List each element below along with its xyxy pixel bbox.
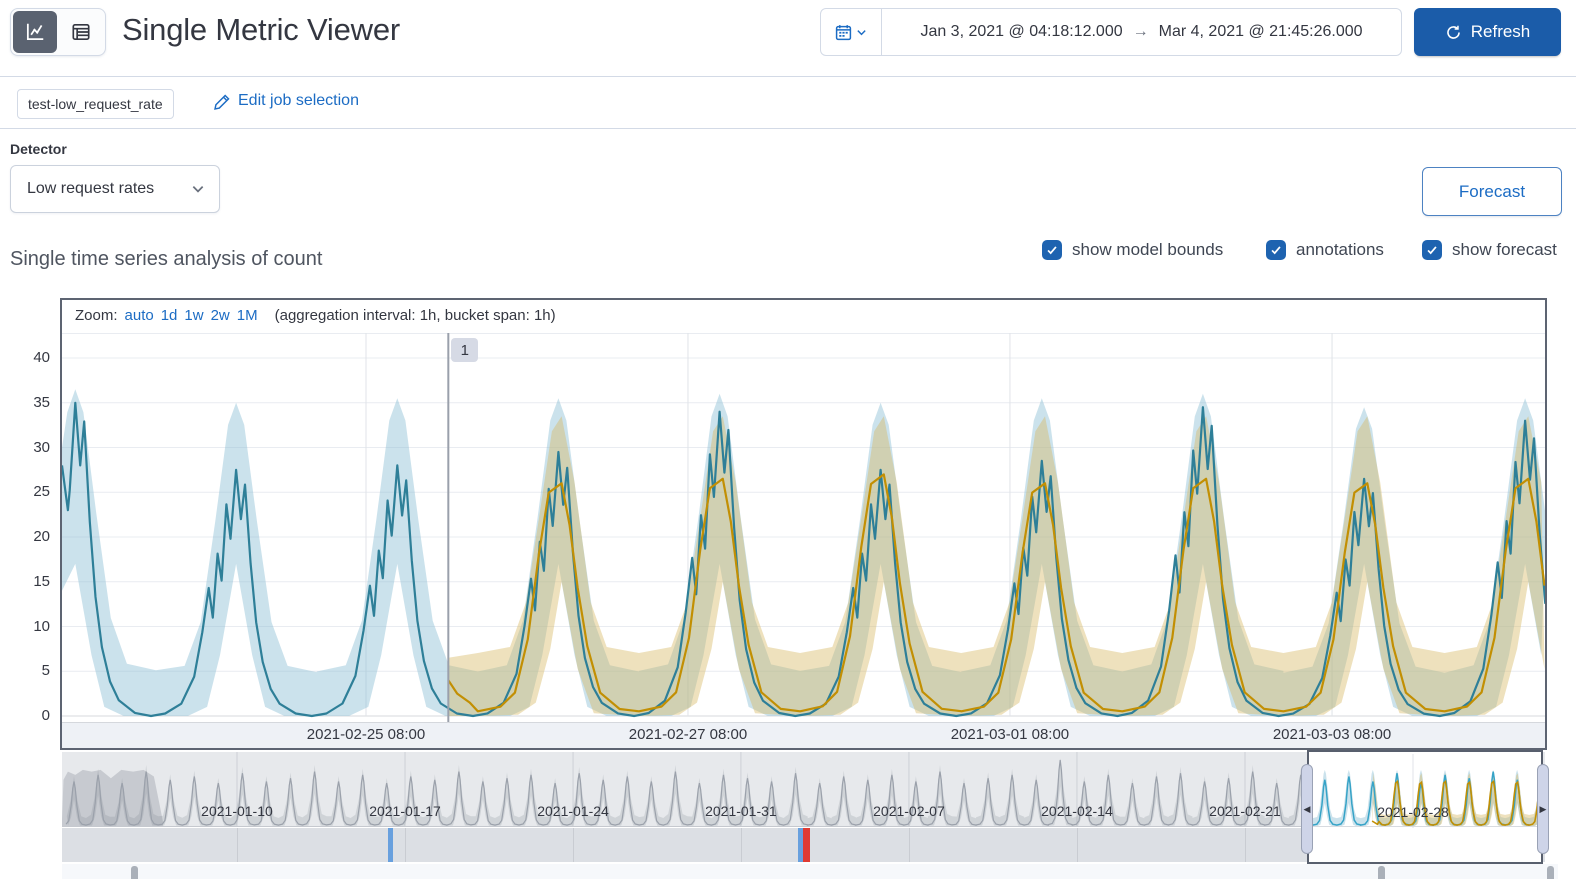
- zoom-option-auto[interactable]: auto: [125, 307, 154, 324]
- anomaly-cell-low[interactable]: [388, 828, 394, 862]
- swimlane-separator: [573, 828, 575, 862]
- y-axis-tick-label: 30: [33, 438, 50, 456]
- focus-x-axis-tick-label: 2021-02-27 08:00: [628, 726, 748, 743]
- chart-view-toggle[interactable]: [13, 11, 57, 53]
- chevron-right-icon: ▶: [1539, 803, 1547, 814]
- chevron-down-icon: [191, 182, 205, 196]
- zoom-controls: Zoom: auto 1d 1w 2w 1M (aggregation inte…: [75, 307, 556, 324]
- annotations-checkbox-row: annotations: [1266, 240, 1384, 260]
- context-x-axis-tick-label: 2021-02-21: [1209, 803, 1281, 819]
- time-range-end[interactable]: Mar 4, 2021 @ 21:45:26.000: [1159, 23, 1363, 41]
- brush-handle-right[interactable]: ▶: [1537, 764, 1549, 854]
- aggregation-info: (aggregation interval: 1h, bucket span: …: [274, 307, 556, 324]
- context-x-axis-tick-label: 2021-01-17: [369, 803, 441, 819]
- page-title: Single Metric Viewer: [122, 12, 400, 47]
- zoom-option-2w[interactable]: 2w: [211, 307, 230, 324]
- y-axis-tick-label: 20: [33, 528, 50, 545]
- annotations-label: annotations: [1296, 240, 1384, 259]
- brush-date-label: 2021-02-28: [1377, 804, 1449, 820]
- check-icon: [1425, 243, 1439, 257]
- show-forecast-label: show forecast: [1452, 240, 1557, 259]
- check-icon: [1045, 243, 1059, 257]
- detector-select[interactable]: Low request rates: [10, 165, 220, 213]
- y-axis-tick-label: 35: [33, 393, 50, 411]
- line-chart-icon: [24, 21, 46, 43]
- detector-label: Detector: [10, 141, 67, 157]
- focus-chart[interactable]: [62, 333, 1545, 722]
- refresh-icon: [1445, 24, 1462, 41]
- refresh-button[interactable]: Refresh: [1414, 8, 1561, 56]
- arrow-right-icon: →: [1132, 23, 1149, 40]
- show-model-bounds-checkbox-row: show model bounds: [1042, 240, 1223, 260]
- y-axis-tick-label: 10: [33, 617, 50, 635]
- zoom-option-1d[interactable]: 1d: [161, 307, 178, 324]
- swimlane-separator: [740, 828, 742, 862]
- check-icon: [1269, 243, 1283, 257]
- pencil-icon: [213, 93, 231, 111]
- annotation-marker-pill[interactable]: [131, 866, 139, 879]
- job-id-badge[interactable]: test-low_request_rate: [17, 89, 174, 119]
- calendar-icon: [835, 24, 852, 41]
- annotations-checkbox[interactable]: [1266, 240, 1286, 260]
- context-x-axis-tick-label: 2021-01-10: [201, 803, 273, 819]
- zoom-option-1w[interactable]: 1w: [184, 307, 203, 324]
- anomaly-cell-critical[interactable]: [803, 828, 811, 862]
- chevron-left-icon: ◀: [1303, 803, 1311, 814]
- context-x-axis-tick-label: 2021-01-24: [537, 803, 609, 819]
- detector-selected-value: Low request rates: [27, 180, 155, 197]
- y-axis-tick-label: 15: [33, 572, 50, 590]
- annotation-marker-pill[interactable]: [1377, 866, 1385, 879]
- context-x-axis-tick-label: 2021-01-31: [705, 803, 777, 819]
- swimlane-separator: [405, 828, 407, 862]
- focus-x-axis-tick-label: 2021-03-03 08:00: [1272, 726, 1392, 743]
- chevron-down-icon: [856, 27, 867, 38]
- focus-x-axis-tick-label: 2021-03-01 08:00: [950, 726, 1070, 743]
- job-row-divider: [0, 128, 1576, 129]
- time-range-display[interactable]: Jan 3, 2021 @ 04:18:12.000 → Mar 4, 2021…: [882, 9, 1401, 55]
- time-range-picker: Jan 3, 2021 @ 04:18:12.000 → Mar 4, 2021…: [820, 8, 1402, 56]
- swimlane-separator: [1076, 828, 1078, 862]
- table-view-toggle[interactable]: [59, 11, 103, 53]
- time-range-brush[interactable]: 2021-02-28: [1307, 750, 1543, 864]
- y-axis-tick-label: 40: [33, 349, 50, 366]
- brush-handle-left[interactable]: ◀: [1301, 764, 1313, 854]
- section-title: Single time series analysis of count: [10, 248, 323, 270]
- show-forecast-checkbox[interactable]: [1422, 240, 1442, 260]
- swimlane-separator: [1244, 828, 1246, 862]
- show-model-bounds-checkbox[interactable]: [1042, 240, 1062, 260]
- swimlane-separator: [908, 828, 910, 862]
- y-axis-tick-label: 0: [41, 707, 50, 724]
- context-x-axis-tick-label: 2021-02-07: [873, 803, 945, 819]
- refresh-button-label: Refresh: [1470, 22, 1531, 41]
- zoom-option-1M[interactable]: 1M: [237, 307, 258, 324]
- zoom-prefix: Zoom:: [75, 307, 118, 324]
- show-forecast-checkbox-row: show forecast: [1422, 240, 1557, 260]
- y-axis-tick-label: 5: [41, 662, 50, 680]
- date-picker-menu-button[interactable]: [821, 9, 882, 55]
- view-toggle-group: [10, 8, 106, 56]
- single-metric-viewer-page: Single Metric Viewer Jan 3, 2021 @ 04:18…: [0, 0, 1576, 879]
- header-divider: [0, 76, 1576, 77]
- show-model-bounds-label: show model bounds: [1072, 240, 1224, 259]
- table-icon: [70, 21, 92, 43]
- edit-job-selection-link[interactable]: Edit job selection: [238, 92, 359, 110]
- focus-x-axis-tick-label: 2021-02-25 08:00: [306, 726, 426, 743]
- forecast-button[interactable]: Forecast: [1422, 167, 1562, 216]
- y-axis-tick-label: 25: [33, 483, 50, 501]
- time-range-start[interactable]: Jan 3, 2021 @ 04:18:12.000: [920, 23, 1122, 41]
- swimlane-separator: [236, 828, 238, 862]
- annotations-lane: [62, 864, 1558, 879]
- annotation-marker-badge[interactable]: 1: [451, 338, 479, 362]
- context-x-axis-tick-label: 2021-02-14: [1041, 803, 1113, 819]
- annotation-marker-pill[interactable]: [1547, 866, 1555, 879]
